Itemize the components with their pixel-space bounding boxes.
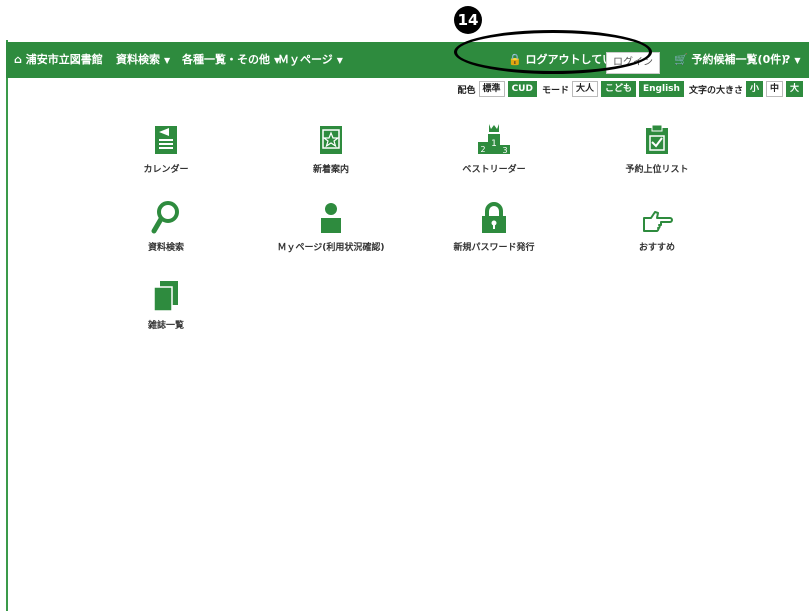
tile-new-arrivals-label: 新着案内 — [312, 165, 349, 175]
menu-lists[interactable]: 各種一覧・その他 ▼ — [182, 42, 280, 78]
tile-material-search-label: 資料検索 — [147, 243, 184, 253]
size-large-button[interactable]: 大 — [785, 81, 803, 97]
mode-adult-button[interactable]: 大人 — [571, 81, 598, 97]
tile-reservation-ranking-label: 予約上位リスト — [625, 165, 689, 175]
annotation-marker: 14 — [454, 6, 482, 34]
tile-mypage-label: Ｍｙページ(利用状況確認) — [277, 243, 385, 253]
calendar-icon — [91, 120, 241, 156]
reserve-cart-label: 予約候補一覧(0件) — [691, 53, 787, 66]
tile-mypage[interactable]: Ｍｙページ(利用状況確認) — [256, 198, 406, 253]
tile-best-reader[interactable]: 12 3 ベストリーダー — [419, 120, 569, 175]
tile-new-password[interactable]: 新規パスワード発行 — [419, 198, 569, 253]
mode-english-button[interactable]: English — [639, 81, 684, 97]
color-cud-button[interactable]: CUD — [507, 81, 537, 97]
top-navbar: ⌂ 浦安市立図書館 資料検索 ▼ 各種一覧・その他 ▼ Ｍｙページ ▼ 🔒 ログアウト… — [6, 42, 809, 78]
svg-text:2: 2 — [480, 145, 485, 154]
lock-icon: 🔒 — [508, 53, 522, 66]
svg-text:3: 3 — [502, 146, 507, 155]
home-label: 浦安市立図書館 — [25, 53, 103, 66]
menu-search[interactable]: 資料検索 ▼ — [116, 42, 170, 78]
tile-recommend-label: おすすめ — [638, 243, 675, 253]
help-menu[interactable]: ? ▼ — [784, 42, 801, 78]
lock-icon — [419, 198, 569, 234]
chevron-down-icon: ▼ — [164, 56, 171, 65]
menu-search-label: 資料検索 — [116, 53, 160, 66]
clipboard-icon — [582, 120, 732, 156]
text-size-label: 文字の大きさ — [688, 85, 743, 96]
tile-recommend[interactable]: おすすめ — [582, 198, 732, 253]
display-settings-toolbar: 配色 標準 CUD モード 大人 こども English 文字の大きさ 小 中 … — [458, 81, 803, 97]
size-small-button[interactable]: 小 — [745, 81, 763, 97]
podium-icon: 12 3 — [419, 120, 569, 156]
tile-new-password-label: 新規パスワード発行 — [453, 243, 535, 253]
magazine-icon — [91, 276, 241, 312]
reserve-cart-link[interactable]: 🛒 予約候補一覧(0件) — [674, 42, 786, 78]
mode-kids-button[interactable]: こども — [600, 81, 636, 97]
tile-magazines[interactable]: 雑誌一覧 — [91, 276, 241, 331]
chevron-down-icon: ▼ — [794, 56, 801, 65]
menu-lists-label: 各種一覧・その他 — [182, 53, 270, 66]
login-button[interactable]: ログイン — [606, 52, 660, 74]
person-icon — [256, 198, 406, 234]
home-icon: ⌂ — [14, 53, 22, 66]
cart-icon: 🛒 — [674, 53, 688, 66]
chevron-down-icon: ▼ — [336, 56, 343, 65]
color-standard-button[interactable]: 標準 — [478, 81, 505, 97]
tile-best-reader-label: ベストリーダー — [462, 165, 526, 175]
mode-label: モード — [541, 85, 569, 96]
menu-mypage-label: Ｍｙページ — [278, 53, 333, 66]
color-label: 配色 — [457, 85, 476, 96]
tile-calendar-label: カレンダー — [143, 165, 189, 175]
home-link[interactable]: ⌂ 浦安市立図書館 — [14, 42, 103, 78]
svg-text:1: 1 — [491, 139, 497, 149]
help-icon: ? — [784, 53, 791, 66]
tile-magazines-label: 雑誌一覧 — [147, 321, 184, 331]
pointing-hand-icon — [582, 198, 732, 234]
tile-reservation-ranking[interactable]: 予約上位リスト — [582, 120, 732, 175]
tile-material-search[interactable]: 資料検索 — [91, 198, 241, 253]
tile-calendar[interactable]: カレンダー — [91, 120, 241, 175]
search-icon — [91, 198, 241, 234]
menu-mypage[interactable]: Ｍｙページ ▼ — [278, 42, 343, 78]
tile-new-arrivals[interactable]: 新着案内 — [256, 120, 406, 175]
new-arrivals-icon — [256, 120, 406, 156]
size-medium-button[interactable]: 中 — [765, 81, 783, 97]
